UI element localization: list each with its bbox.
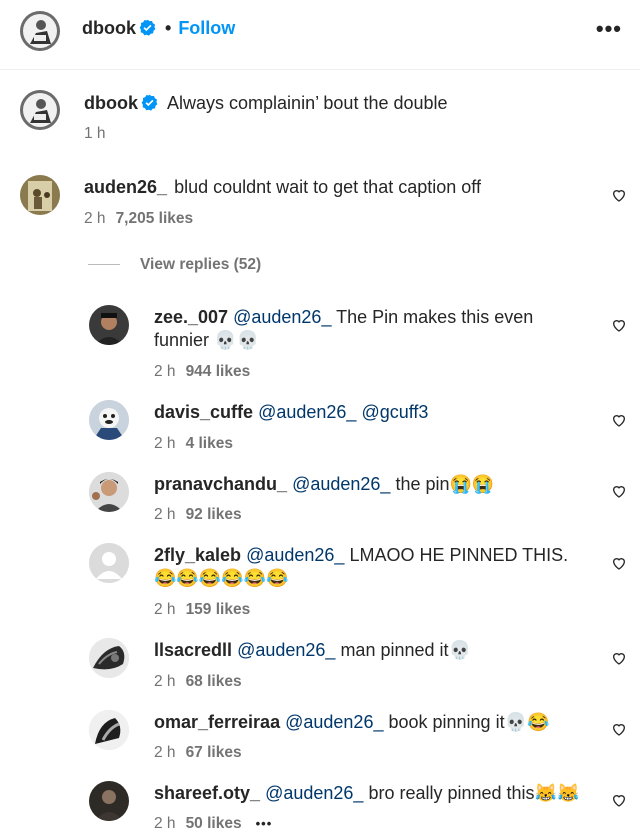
reply-text-continued: funnier 💀💀 [154,330,259,350]
username[interactable]: dbook [82,18,136,38]
caption-text-row: dbook Always complainin’ bout the double [84,92,448,115]
reply-text-row: davis_cuffe @auden26_ @gcuff3 [154,401,428,424]
timestamp[interactable]: 2 h [154,744,176,761]
reply-text: bro really pinned this😹😹 [368,783,580,803]
like-count[interactable]: 159 likes [186,601,251,618]
more-options-icon[interactable]: ••• [596,18,622,40]
username[interactable]: dbook [84,93,138,113]
reply-meta: 2 h 944 likes [154,363,250,381]
reply-text-row: zee._007 @auden26_ The Pin makes this ev… [154,306,533,329]
heart-icon[interactable] [611,483,627,499]
mention-link[interactable]: @auden26_ [233,307,331,327]
like-count[interactable]: 92 likes [186,506,242,523]
reply-text: LMAOO HE PINNED THIS. [349,545,569,565]
reply-text: book pinning it💀😂 [388,712,550,732]
like-count[interactable]: 944 likes [186,363,251,380]
username[interactable]: pranavchandu_ [154,474,287,494]
reply-text-row: shareef.oty_ @auden26_ bro really pinned… [154,782,579,805]
heart-icon[interactable] [611,792,627,808]
reply-text: man pinned it💀 [340,640,471,660]
reply-meta: 2 h 4 likes [154,435,233,453]
mention-link[interactable]: @auden26_ [292,474,390,494]
header-name-row: dbook • Follow [82,18,235,39]
verified-badge-icon [139,19,156,36]
reply-text-continued: 😂😂😂😂😂😂 [154,568,289,588]
username[interactable]: shareef.oty_ [154,783,260,803]
view-replies-label[interactable]: View replies (52) [140,256,261,273]
caption-text: Always complainin’ bout the double [167,93,448,113]
avatar[interactable] [20,11,60,51]
reply-text-row: 2fly_kaleb @auden26_ LMAOO HE PINNED THI… [154,544,568,567]
like-count[interactable]: 7,205 likes [116,210,194,227]
username[interactable]: omar_ferreiraa [154,712,280,732]
reply-text: The Pin makes this even [336,307,534,327]
mention-link[interactable]: @auden26_ [246,545,344,565]
username[interactable]: davis_cuffe [154,402,253,422]
like-count[interactable]: 67 likes [186,744,242,761]
separator-dot: • [165,18,172,38]
follow-button[interactable]: Follow [178,18,235,38]
post-header: dbook • Follow ••• [0,0,640,70]
mention-link[interactable]: @auden26_ [258,402,356,422]
reply-meta: 2 h 159 likes [154,601,250,619]
divider [88,264,120,266]
mention-link[interactable]: @auden26_ [285,712,383,732]
reply-meta: 2 h 92 likes [154,506,242,524]
timestamp[interactable]: 2 h [154,435,176,452]
view-replies-button[interactable]: View replies (52) [88,256,261,274]
reply-text-row: llsacredll @auden26_ man pinned it💀 [154,639,471,662]
avatar[interactable] [89,305,129,345]
avatar[interactable] [89,400,129,440]
mention-link[interactable]: @auden26_ [237,640,335,660]
timestamp[interactable]: 2 h [154,363,176,380]
like-count[interactable]: 50 likes [186,815,242,832]
like-count[interactable]: 68 likes [186,673,242,690]
heart-icon[interactable] [611,555,627,571]
comment-meta: 2 h 7,205 likes [84,210,193,228]
caption-meta: 1 h [84,125,106,143]
timestamp[interactable]: 2 h [154,815,176,832]
heart-icon[interactable] [611,412,627,428]
like-count[interactable]: 4 likes [186,435,233,452]
username[interactable]: 2fly_kaleb [154,545,241,565]
verified-badge-icon [141,94,158,111]
reply-text: the pin😭😭 [395,474,495,494]
heart-icon[interactable] [611,721,627,737]
heart-icon[interactable] [611,187,627,203]
avatar[interactable] [20,175,60,215]
default-avatar-icon[interactable] [89,543,129,583]
avatar[interactable] [89,710,129,750]
comment-text-row: auden26_ blud couldnt wait to get that c… [84,176,481,199]
avatar[interactable] [89,781,129,821]
timestamp[interactable]: 2 h [84,210,106,227]
reply-meta: 2 h 50 likes ••• [154,815,272,833]
timestamp[interactable]: 1 h [84,125,106,142]
reply-more-options-icon[interactable]: ••• [256,816,273,831]
avatar[interactable] [89,638,129,678]
avatar[interactable] [89,472,129,512]
heart-icon[interactable] [611,650,627,666]
reply-text-row: pranavchandu_ @auden26_ the pin😭😭 [154,473,494,496]
timestamp[interactable]: 2 h [154,506,176,523]
mention-link[interactable]: @gcuff3 [361,402,428,422]
comment-text: blud couldnt wait to get that caption of… [174,177,481,197]
username[interactable]: auden26_ [84,177,167,197]
heart-icon[interactable] [611,317,627,333]
timestamp[interactable]: 2 h [154,673,176,690]
reply-text-row: omar_ferreiraa @auden26_ book pinning it… [154,711,549,734]
avatar[interactable] [20,90,60,130]
username[interactable]: zee._007 [154,307,228,327]
reply-meta: 2 h 67 likes [154,744,242,762]
mention-link[interactable]: @auden26_ [265,783,363,803]
timestamp[interactable]: 2 h [154,601,176,618]
reply-meta: 2 h 68 likes [154,673,242,691]
username[interactable]: llsacredll [154,640,232,660]
